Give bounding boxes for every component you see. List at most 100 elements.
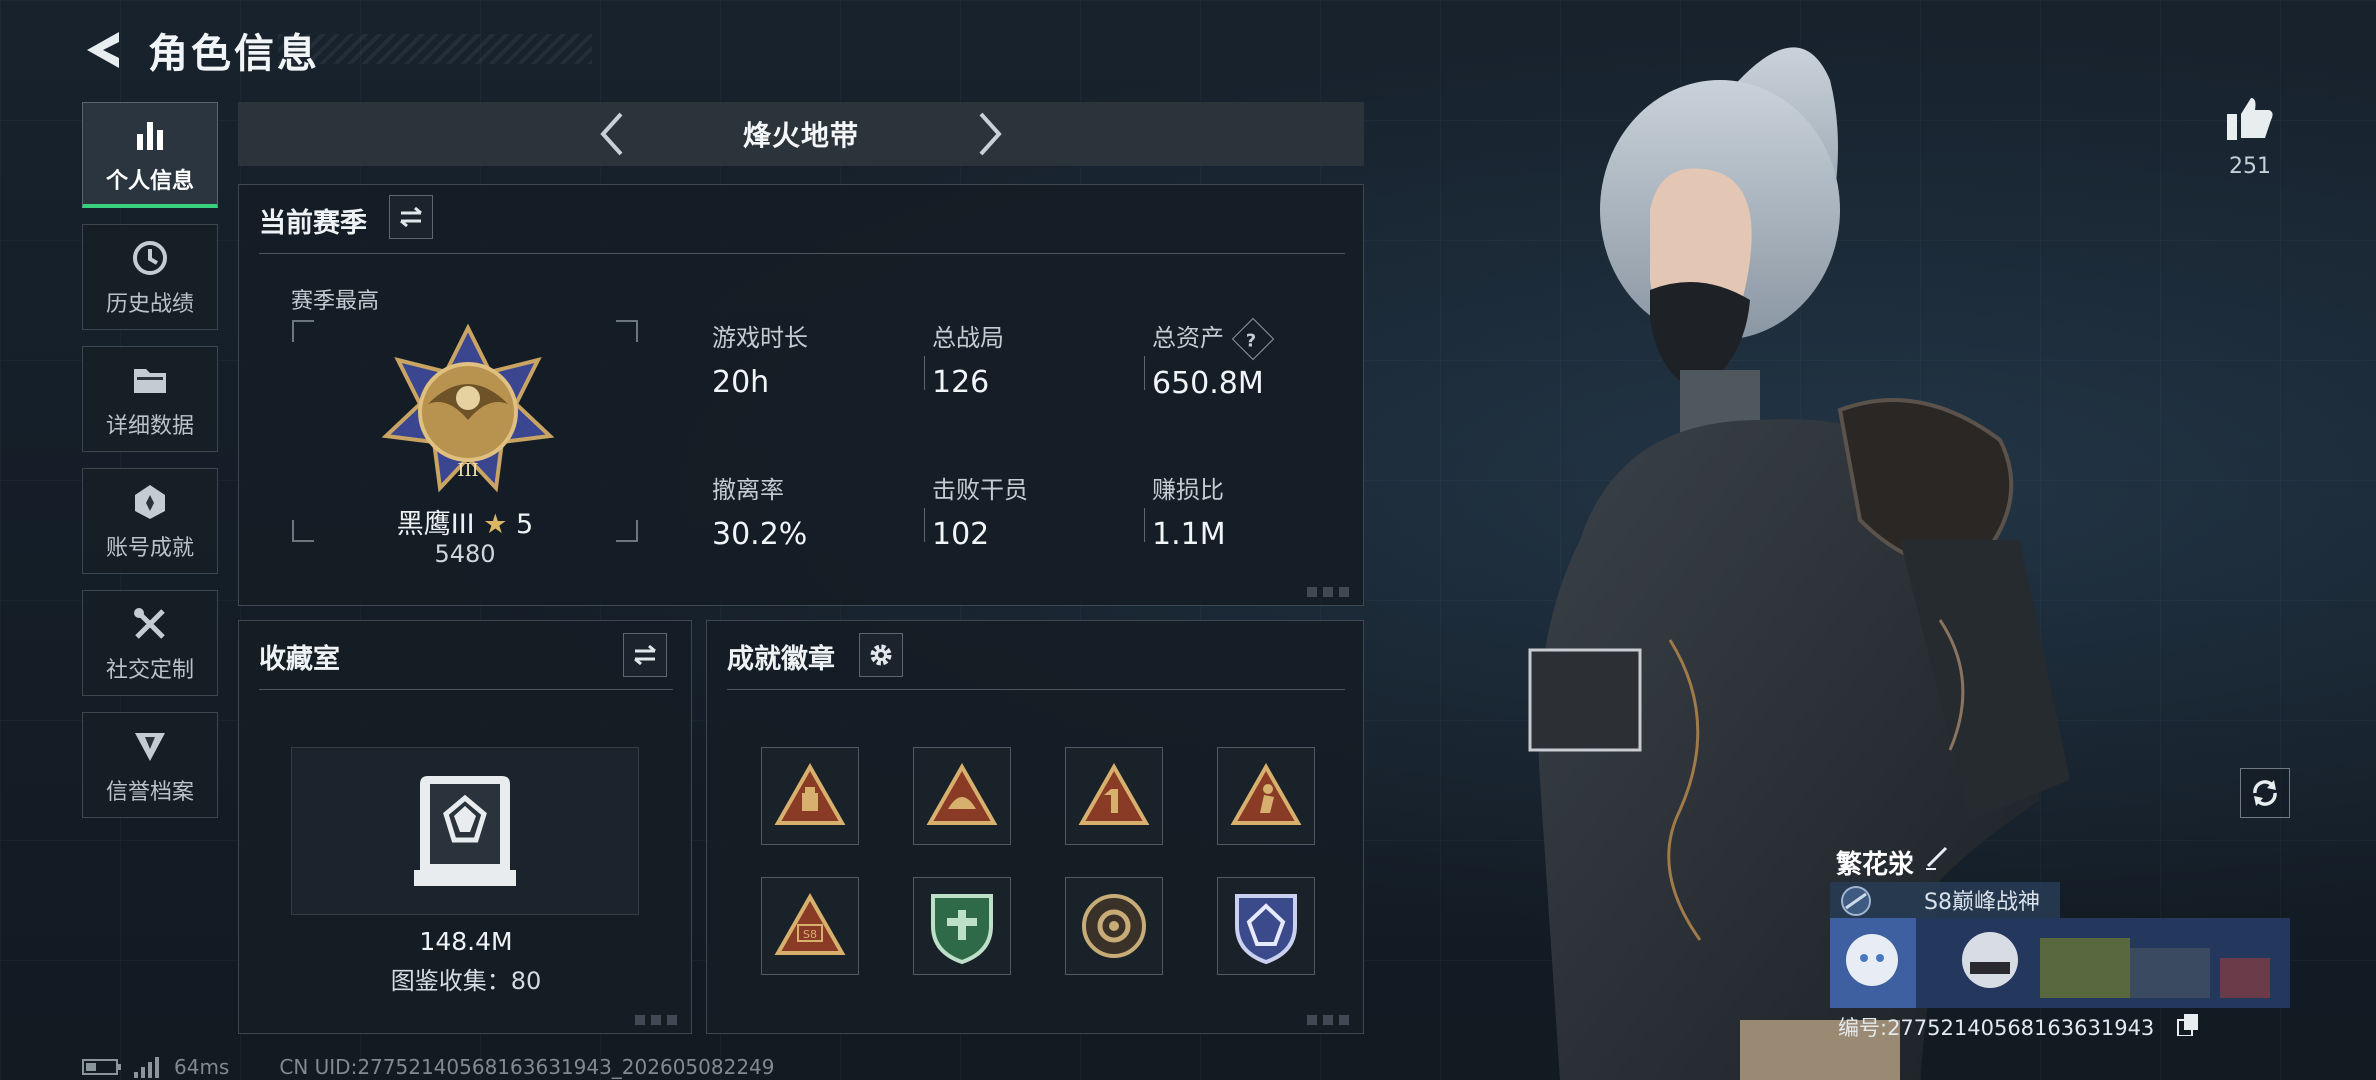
stat-divider (924, 508, 925, 542)
player-title: S8巅峰战神 (1924, 890, 2040, 915)
stat-extraction-rate: 撤离率 30.2% (712, 470, 807, 552)
divider (259, 689, 673, 690)
stat-label-text: 总资产 (1152, 324, 1224, 352)
achievement-badge[interactable] (913, 877, 1011, 975)
achievement-badge[interactable]: S8 (761, 877, 859, 975)
switch-season-button[interactable] (389, 195, 433, 239)
blue-shield-badge-icon (1235, 894, 1297, 965)
achievement-badge[interactable] (1217, 747, 1315, 845)
sidebar-item-label: 历史战绩 (105, 292, 194, 317)
banner-art (1830, 918, 2290, 1008)
stat-value: 102 (932, 517, 990, 552)
player-banner (1830, 918, 2290, 1008)
header: 角色信息 (78, 20, 592, 80)
collection-room-panel[interactable]: 收藏室 148.4M 图鉴收集：80 (238, 620, 692, 1034)
sidebar-item-social-custom[interactable]: 社交定制 (82, 590, 218, 696)
prev-mode-button[interactable] (588, 110, 636, 158)
svg-text:III: III (457, 460, 478, 481)
frame-corner (616, 320, 638, 342)
achievement-badge[interactable] (1217, 877, 1315, 975)
signal-icon (134, 1057, 159, 1078)
panel-title: 收藏室 (259, 644, 340, 675)
sidebar-item-achievements[interactable]: 账号成就 (82, 468, 218, 574)
badge-text: S8 (803, 928, 817, 941)
divider (727, 689, 1345, 690)
copy-id-button[interactable] (2176, 1012, 2202, 1038)
back-button[interactable] (78, 22, 128, 78)
triangle-s8-badge-icon: S8 (774, 893, 846, 955)
achievement-badge[interactable] (1065, 877, 1163, 975)
collect-label: 图鉴收集： (390, 967, 511, 995)
mode-selector: 烽火地带 (238, 102, 1364, 166)
achievement-badge[interactable] (761, 747, 859, 845)
achievement-badge[interactable] (913, 747, 1011, 845)
like-button[interactable]: 251 (2222, 96, 2278, 179)
player-title-badge: S8巅峰战神 (1830, 882, 2060, 920)
badge-settings-button[interactable] (859, 633, 903, 677)
rank-line: 黑鹰III ★ 5 (292, 502, 638, 541)
like-count: 251 (2229, 154, 2271, 179)
back-arrow-icon (87, 32, 119, 68)
corner-decoration (1307, 1015, 1353, 1025)
swap-icon (634, 644, 656, 666)
wrench-screwdriver-icon (128, 602, 172, 646)
sidebar-item-detail-data[interactable]: 详细数据 (82, 346, 218, 452)
sidebar-item-label: 详细数据 (105, 414, 194, 439)
sidebar-item-history[interactable]: 历史战绩 (82, 224, 218, 330)
gear-icon (870, 644, 892, 666)
stat-label: 总战局 (932, 324, 1004, 352)
ping-text: 64ms (174, 1055, 230, 1079)
folder-icon (128, 358, 172, 402)
corner-decoration (635, 1015, 681, 1025)
help-icon[interactable]: ? (1231, 317, 1274, 361)
collect-count: 80 (510, 967, 542, 995)
frame-corner (292, 320, 314, 342)
title-stripes-decoration (278, 34, 592, 64)
corner-decoration (1307, 587, 1353, 597)
stat-label: 赚损比 (1152, 476, 1224, 504)
stat-divider (924, 356, 925, 390)
sidebar-item-credit-record[interactable]: 信誉档案 (82, 712, 218, 818)
panel-title: 当前赛季 (259, 208, 367, 239)
help-mark: ? (1245, 330, 1256, 352)
edit-name-button[interactable] (1922, 842, 1956, 876)
rotate-view-button[interactable] (2240, 768, 2290, 818)
stat-value: 650.8M (1152, 366, 1264, 401)
swap-icon (400, 206, 422, 228)
green-shield-badge-icon (931, 894, 993, 965)
stat-divider (1144, 356, 1145, 390)
stat-divider (1144, 508, 1145, 542)
stat-value: 126 (932, 365, 990, 400)
bronze-disc-badge-icon (1082, 894, 1146, 958)
stat-label: 游戏时长 (712, 324, 808, 352)
achievement-medal-icon (128, 480, 172, 524)
panel-title: 成就徽章 (727, 644, 835, 675)
sidebar-item-personal-info[interactable]: 个人信息 (82, 102, 218, 208)
collection-count-line: 图鉴收集：80 (239, 961, 693, 996)
next-mode-button[interactable] (966, 110, 1014, 158)
display-case-icon (414, 776, 516, 886)
stat-profit-ratio: 赚损比 1.1M (1152, 470, 1226, 552)
sidebar-item-label: 社交定制 (105, 658, 194, 683)
stat-total-assets: 总资产 ? 650.8M (1152, 317, 1274, 401)
rank-name: 黑鹰III (396, 509, 475, 540)
history-clock-icon (128, 236, 172, 280)
pencil-icon (1926, 846, 1948, 870)
player-name: 繁花泶 (1836, 850, 1915, 880)
player-id: 编号:27752140568163631943 (1838, 1016, 2155, 1040)
achievement-badge[interactable] (1065, 747, 1163, 845)
uid-text: CN UID:27752140568163631943_202605082249 (279, 1055, 775, 1079)
rank-stars: 5 (516, 509, 534, 540)
battery-icon (82, 1059, 121, 1075)
copy-icon (2177, 1014, 2198, 1037)
refresh-icon (2253, 780, 2277, 806)
divider (259, 253, 1345, 254)
rank-score: 5480 (434, 540, 496, 568)
sidebar-item-label: 个人信息 (105, 168, 194, 194)
bar-chart-icon (128, 113, 172, 157)
chevron-left-icon (600, 112, 623, 156)
switch-collection-button[interactable] (623, 633, 667, 677)
season-best-label: 赛季最高 (291, 289, 380, 314)
status-bar: 64ms CN UID:27752140568163631943_2026050… (82, 1054, 775, 1080)
triangle-helmet-badge-icon (926, 763, 998, 825)
